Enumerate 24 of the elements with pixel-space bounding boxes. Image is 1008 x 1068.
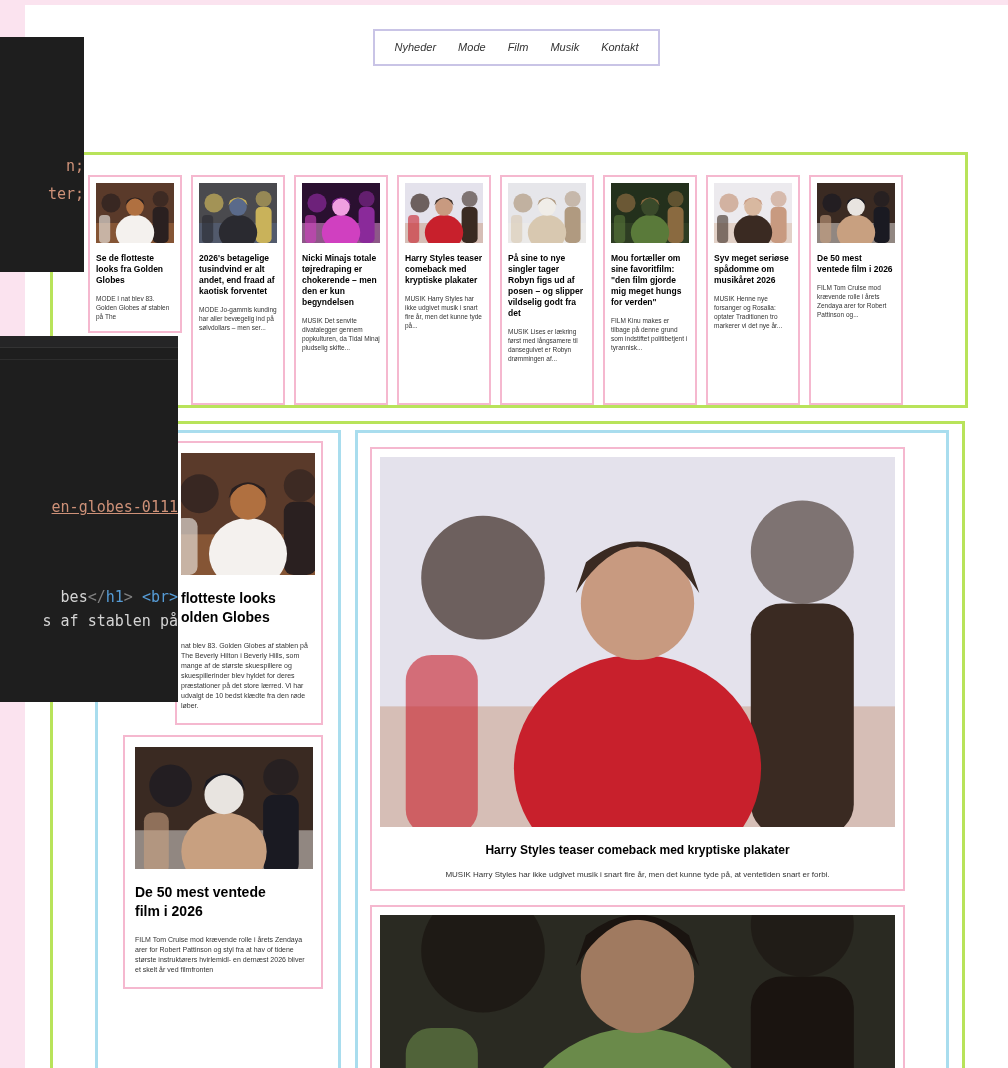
story-headline: Mou fortæller om sine favoritfilm: "den film gjorde mig meget hungs for verden" [611, 252, 683, 308]
story-headline: Nicki Minajs totale tøjredraping er chokerende – men den er kun begyndelsen [302, 252, 378, 308]
story-headline: Syv meget seriøse spådomme om musikåret 2026 [714, 252, 790, 286]
story-headline: Se de flotteste looks fra Golden Globes [96, 252, 165, 286]
story-headline: De 50 mest ventede film i 2026 [135, 882, 267, 921]
code-line: en-globes-0111 [51, 497, 178, 518]
story-headline: De 50 mest ventede film i 2026 [817, 252, 894, 275]
code-line: bes</h1> <br> [60, 587, 178, 608]
nav-link[interactable]: Nyheder [394, 39, 437, 56]
code-line: n; [65, 156, 84, 177]
story-headline: På sine to nye singler tager Robyn figs ud af posen – og slipper vildselig godt fra det [508, 252, 585, 319]
code-line: s af stablen på [42, 611, 178, 632]
nav-link[interactable]: Musik [550, 39, 580, 56]
story-headline: flotteste looks olden Globes [181, 588, 277, 627]
story-card[interactable] [123, 734, 323, 989]
nav-link[interactable]: Kontakt [601, 39, 639, 56]
code-line: ter; [47, 184, 84, 205]
featured-teaser: MUSIK Harry Styles har ikke udgivet musik i snart fire år, men det kunne tyde på, at ventetiden snart er forbi. [444, 868, 831, 881]
featured-headline: Harry Styles teaser comeback med kryptiske plakater [484, 841, 791, 859]
featured-card[interactable]: Harry Styles teaser comeback med kryptiske plakater MUSIK Harry Styles har ikke udgivet musik i snart fire år, men det kunne tyde på, at ventetiden snart er forbi. [370, 446, 905, 891]
story-headline: Harry Styles teaser comeback med kryptiske plakater [405, 252, 483, 286]
nav-link[interactable]: Film [507, 39, 529, 56]
story-headline: 2026's betagelige tusindvind er alt andet, end fraad af kaotisk forventet [199, 252, 276, 297]
nav-link[interactable]: Mode [458, 39, 486, 56]
